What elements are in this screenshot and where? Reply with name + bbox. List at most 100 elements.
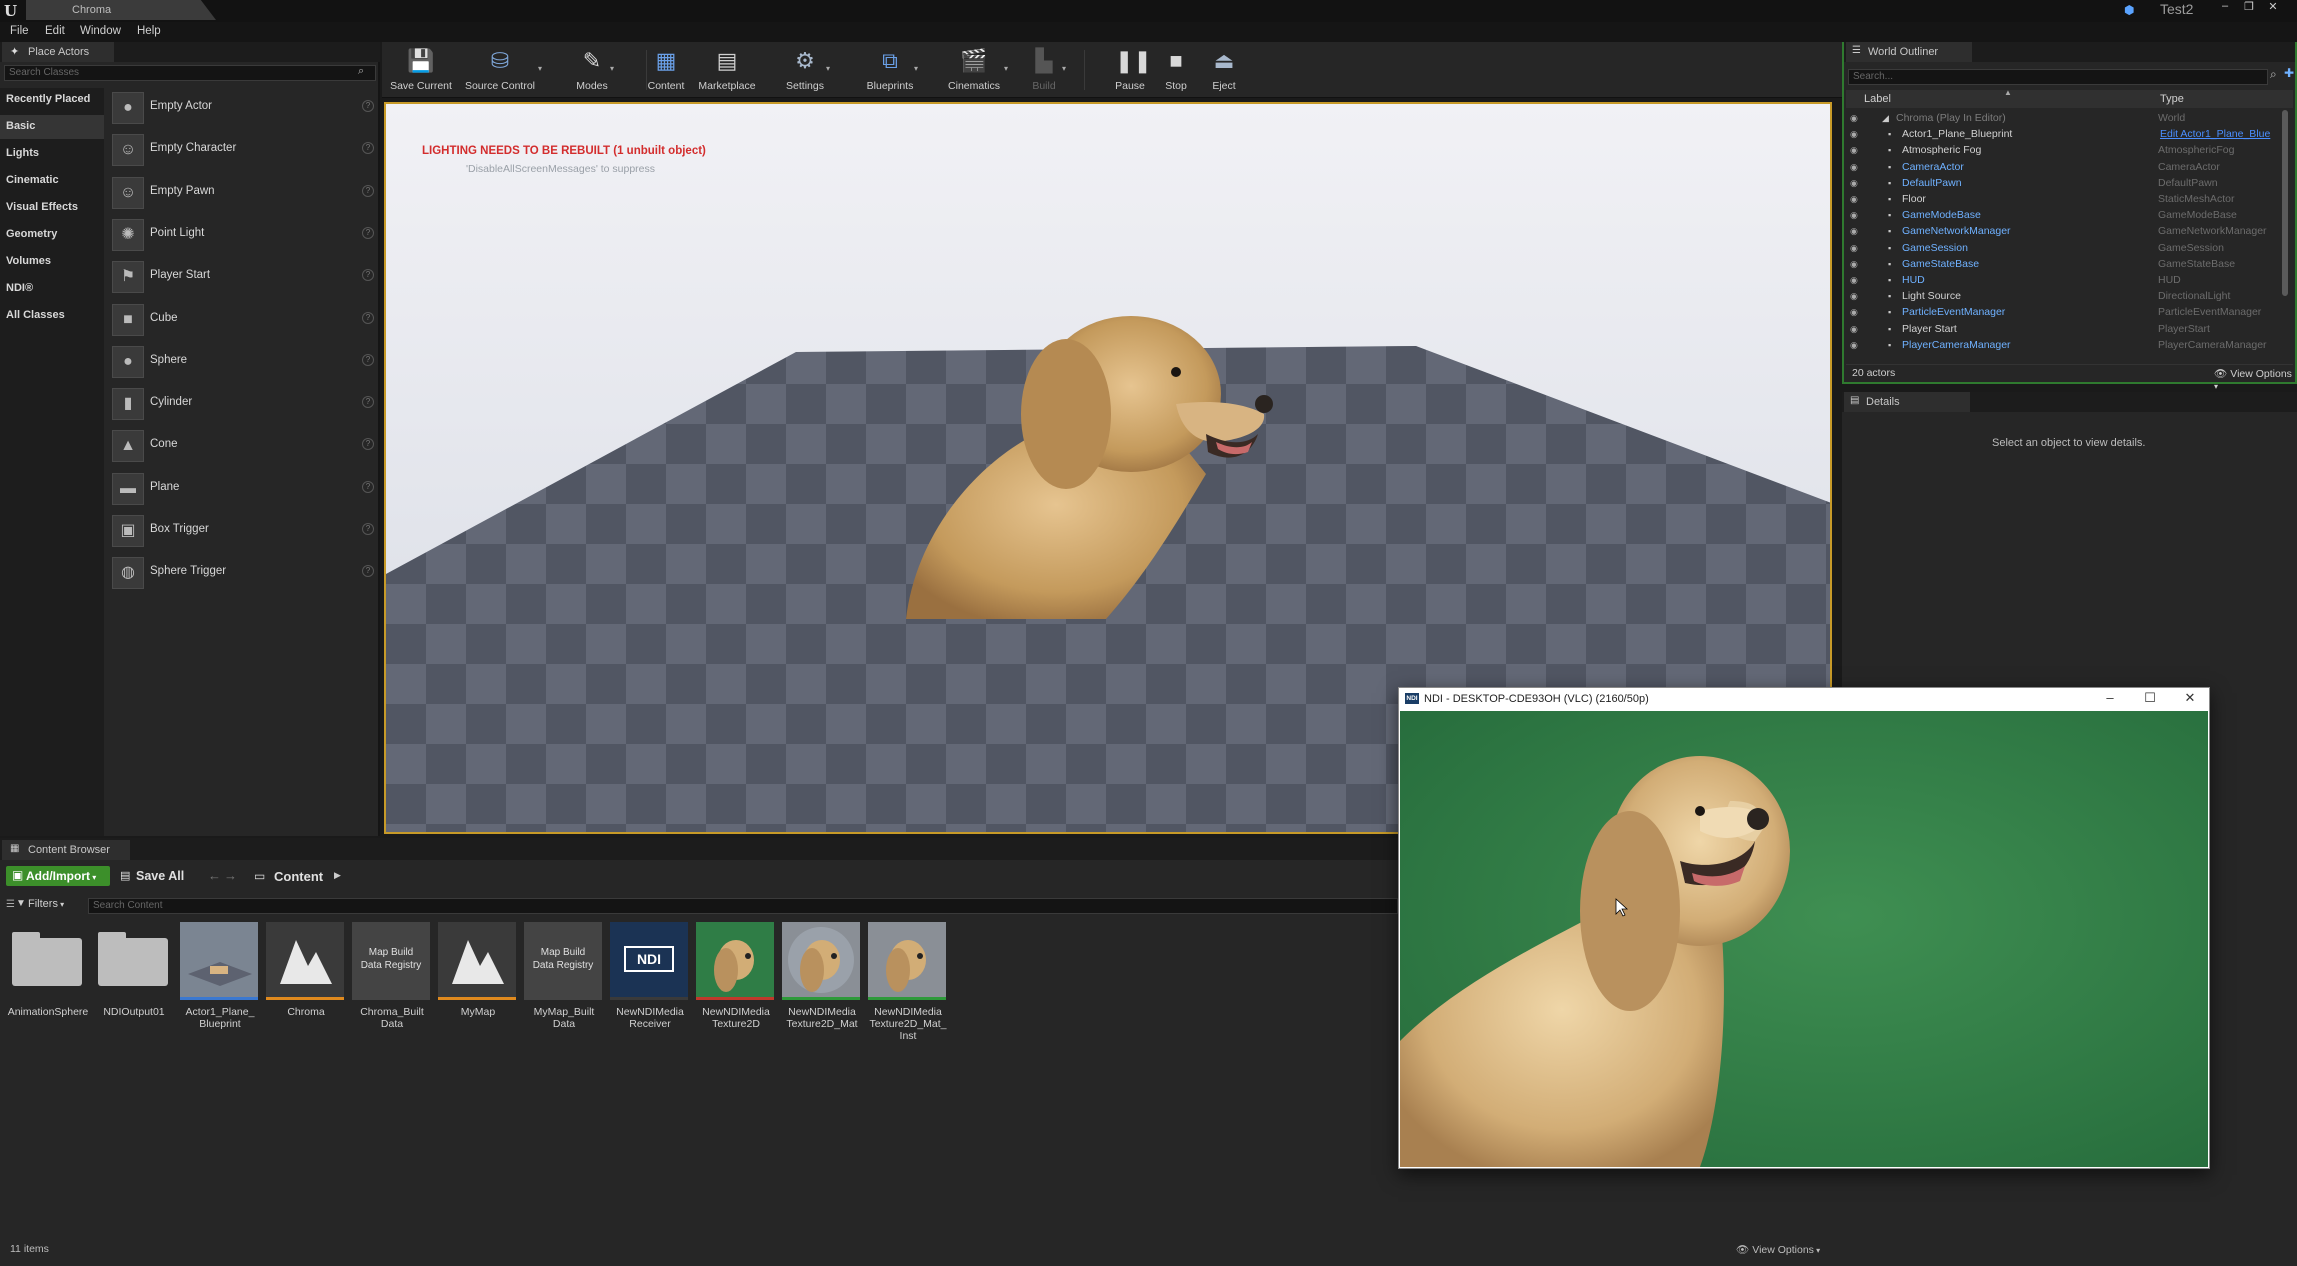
help-icon[interactable]: ?	[362, 100, 374, 112]
path-breadcrumb[interactable]: ▭ Content	[252, 866, 323, 886]
add-import-button[interactable]: ▣ Add/Import ▾	[6, 866, 110, 886]
help-icon[interactable]: ?	[362, 396, 374, 409]
maximize-button[interactable]: ❐	[2238, 0, 2260, 16]
asset-tile[interactable]: NewNDIMedia Texture2D_Mat	[782, 922, 862, 1042]
outliner-row[interactable]: ◉ ▪ Light Source DirectionalLight	[1846, 289, 2282, 305]
category-recently-placed[interactable]: Recently Placed	[0, 88, 104, 112]
asset-tile[interactable]: NDIOutput01	[94, 922, 174, 1042]
actor-item[interactable]: ▲ Cone?	[108, 426, 376, 466]
outliner-row[interactable]: ◉ ▪ HUD HUD	[1846, 273, 2282, 289]
menu-file[interactable]: File	[10, 25, 29, 37]
eject-button[interactable]: ⏏ Eject	[1206, 44, 1242, 96]
help-icon[interactable]: ?	[362, 438, 374, 451]
category-all-classes[interactable]: All Classes	[0, 304, 104, 328]
content-browser-tab[interactable]: ▦ Content Browser	[2, 840, 130, 860]
actor-item[interactable]: ✺ Point Light?	[108, 215, 376, 255]
build-button[interactable]: ▙ Build	[1022, 44, 1066, 96]
actor-item[interactable]: ☺ Empty Character?	[108, 130, 376, 170]
place-actors-tab[interactable]: ✦ Place Actors	[2, 42, 114, 62]
modes-button[interactable]: ✎ Modes	[570, 44, 614, 96]
actor-item[interactable]: ◍ Sphere Trigger?	[108, 553, 376, 593]
outliner-row-type[interactable]: Edit Actor1_Plane_Blue	[2160, 128, 2270, 140]
actor-item[interactable]: ⚑ Player Start?	[108, 257, 376, 297]
menu-edit[interactable]: Edit	[45, 25, 65, 37]
visibility-eye-icon[interactable]: ◉	[1850, 340, 1862, 350]
category-geometry[interactable]: Geometry	[0, 223, 104, 247]
outliner-row[interactable]: ◉ ▪ CameraActor CameraActor	[1846, 160, 2282, 176]
outliner-row[interactable]: ◉ ▪ GameSession GameSession	[1846, 241, 2282, 257]
visibility-eye-icon[interactable]: ◉	[1850, 259, 1862, 269]
category-volumes[interactable]: Volumes	[0, 250, 104, 274]
outliner-row[interactable]: ◉ ▪ Player Start PlayerStart	[1846, 322, 2282, 338]
outliner-row[interactable]: ◉ ▪ Floor StaticMeshActor	[1846, 192, 2282, 208]
chevron-right-icon[interactable]: ▶	[334, 870, 341, 881]
visibility-eye-icon[interactable]: ◉	[1850, 113, 1862, 123]
outliner-row[interactable]: ◉ ▪ GameNetworkManager GameNetworkManager	[1846, 224, 2282, 240]
add-folder-icon[interactable]: ✚	[2284, 66, 2294, 80]
search-classes-input[interactable]: Search Classes	[4, 65, 376, 81]
type-column-header[interactable]: Type	[2160, 93, 2184, 105]
visibility-eye-icon[interactable]: ◉	[1850, 275, 1862, 285]
stop-button[interactable]: ■ Stop	[1158, 44, 1194, 96]
menu-help[interactable]: Help	[137, 25, 161, 37]
source-control-button[interactable]: ⛁ Source Control	[458, 44, 542, 96]
help-icon[interactable]: ?	[362, 269, 374, 282]
menu-window[interactable]: Window	[80, 25, 121, 37]
outliner-row[interactable]: ◉ ▪ GameModeBase GameModeBase	[1846, 208, 2282, 224]
help-icon[interactable]: ?	[362, 523, 374, 535]
help-icon[interactable]: ?	[362, 353, 374, 366]
settings-button[interactable]: ⚙ Settings	[780, 44, 830, 96]
visibility-eye-icon[interactable]: ◉	[1850, 210, 1862, 220]
chevron-down-icon[interactable]: ▾	[610, 64, 614, 73]
filters-button[interactable]: ▼ Filters ▾	[6, 898, 64, 914]
actor-item[interactable]: ▬ Plane?	[108, 469, 376, 509]
category-basic[interactable]: Basic	[0, 115, 104, 139]
document-tab[interactable]: Chroma	[26, 0, 216, 20]
chevron-down-icon[interactable]: ▾	[538, 64, 542, 73]
content-view-options[interactable]: 👁 View Options ▾	[1736, 1243, 1820, 1256]
actor-item[interactable]: ☺ Empty Pawn?	[108, 173, 376, 213]
chevron-down-icon[interactable]: ▾	[914, 64, 918, 73]
asset-tile[interactable]: Map Build Data Registry MyMap_Built Data	[524, 922, 604, 1042]
actor-item[interactable]: ▣ Box Trigger?	[108, 511, 376, 551]
category-ndi[interactable]: NDI®	[0, 277, 104, 301]
help-icon[interactable]: ?	[362, 565, 374, 578]
help-icon[interactable]: ?	[362, 480, 374, 493]
outliner-row[interactable]: ◉ ◢ Chroma (Play In Editor) World	[1846, 111, 2282, 127]
help-icon[interactable]: ?	[362, 184, 374, 197]
forward-arrow-icon[interactable]: →	[224, 868, 237, 883]
world-outliner-tab[interactable]: ☰ World Outliner	[1846, 42, 1972, 62]
visibility-eye-icon[interactable]: ◉	[1850, 162, 1862, 172]
visibility-eye-icon[interactable]: ◉	[1850, 129, 1862, 139]
visibility-eye-icon[interactable]: ◉	[1850, 291, 1862, 301]
marketplace-button[interactable]: ▤ Marketplace	[692, 44, 762, 96]
asset-tile[interactable]: NewNDIMedia Texture2D_Mat_ Inst	[868, 922, 948, 1042]
asset-tile[interactable]: Chroma	[266, 922, 346, 1042]
outliner-row[interactable]: ◉ ▪ ParticleEventManager ParticleEventManag…	[1846, 305, 2282, 321]
details-tab[interactable]: ▤ Details	[1844, 392, 1970, 412]
visibility-eye-icon[interactable]: ◉	[1850, 145, 1862, 155]
visibility-eye-icon[interactable]: ◉	[1850, 194, 1862, 204]
asset-tile[interactable]: AnimationSphere	[8, 922, 88, 1042]
category-visual-effects[interactable]: Visual Effects	[0, 196, 104, 220]
save-all-button[interactable]: ▤ Save All	[118, 866, 184, 886]
ndi-maximize-button[interactable]: ☐	[2130, 690, 2170, 708]
minimize-button[interactable]: –	[2214, 0, 2236, 16]
close-button[interactable]: ✕	[2262, 0, 2284, 16]
chevron-down-icon[interactable]: ▾	[1062, 64, 1066, 73]
visibility-eye-icon[interactable]: ◉	[1850, 324, 1862, 334]
category-lights[interactable]: Lights	[0, 142, 104, 166]
asset-tile[interactable]: NDI NewNDIMedia Receiver	[610, 922, 690, 1042]
search-content-input[interactable]: Search Content	[88, 898, 1398, 914]
cinematics-button[interactable]: 🎬 Cinematics	[940, 44, 1008, 96]
actor-item[interactable]: ▮ Cylinder?	[108, 384, 376, 424]
category-cinematic[interactable]: Cinematic	[0, 169, 104, 193]
chevron-down-icon[interactable]: ▾	[826, 64, 830, 73]
pause-button[interactable]: ❚❚ Pause	[1108, 44, 1152, 96]
search-icon[interactable]: ⌕	[2270, 67, 2277, 82]
visibility-eye-icon[interactable]: ◉	[1850, 243, 1862, 253]
source-control-status-icon[interactable]: ⬢	[2124, 3, 2138, 17]
help-icon[interactable]: ?	[362, 226, 374, 239]
outliner-row[interactable]: ◉ ▪ Actor1_Plane_Blueprint Edit Actor1_Plan…	[1846, 127, 2282, 143]
visibility-eye-icon[interactable]: ◉	[1850, 226, 1862, 236]
